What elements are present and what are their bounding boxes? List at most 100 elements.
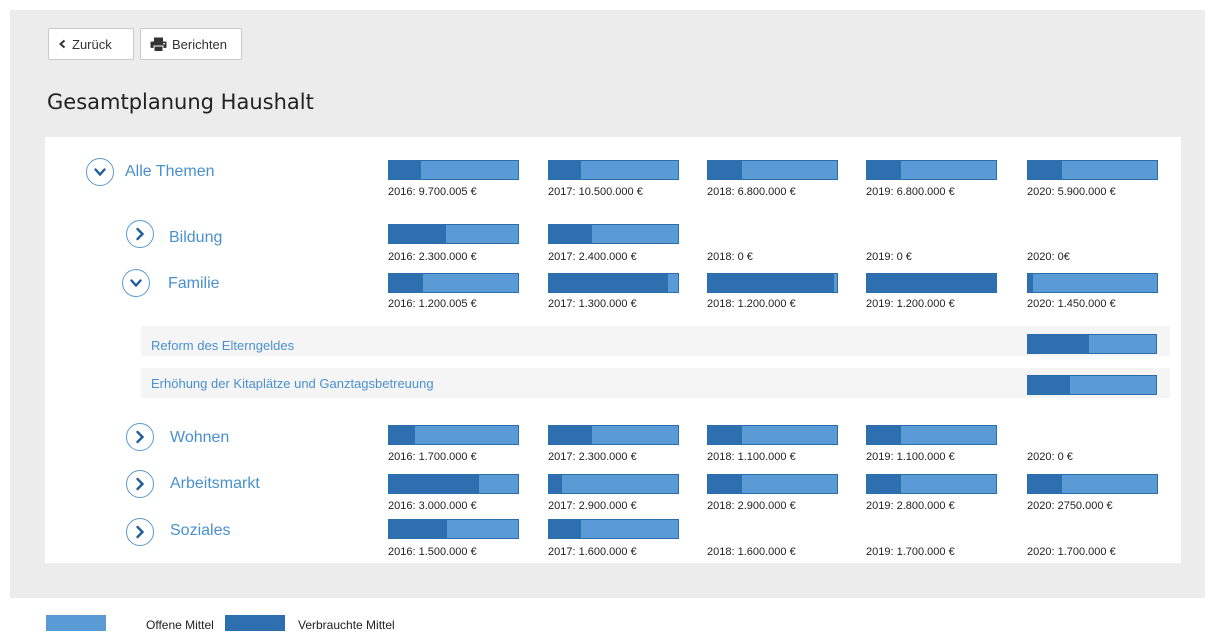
bar-used-fill (867, 426, 901, 444)
bar-used-fill (708, 475, 742, 493)
budget-value-bildung-4: 2020: 0€ (1027, 251, 1070, 263)
subitem-link[interactable]: Reform des Elterngeldes (151, 338, 294, 353)
budget-value-arbeitsmarkt-4: 2020: 2750.000 € (1027, 500, 1113, 512)
budget-value-familie-2: 2018: 1.200.000 € (707, 298, 796, 310)
budget-value-familie-0: 2016: 1.200.005 € (388, 298, 477, 310)
budget-value-wohnen-3: 2019: 1.100.000 € (866, 451, 955, 463)
budget-bar-bildung-1 (548, 224, 679, 244)
legend-swatch-offene (46, 615, 106, 631)
report-button-label: Berichten (172, 36, 227, 52)
row-label-arbeitsmarkt[interactable]: Arbeitsmarkt (170, 475, 260, 493)
budget-bar-alle-themen-4 (1027, 160, 1158, 180)
budget-value-wohnen-1: 2017: 2.300.000 € (548, 451, 637, 463)
budget-bar-arbeitsmarkt-1 (548, 474, 679, 494)
bar-used-fill (549, 426, 592, 444)
budget-value-arbeitsmarkt-0: 2016: 3.000.000 € (388, 500, 477, 512)
row-label-wohnen[interactable]: Wohnen (170, 429, 229, 447)
chevron-down-icon (93, 165, 107, 179)
row-label-alle-themen[interactable]: Alle Themen (125, 163, 215, 181)
bar-used-fill (389, 475, 480, 493)
printer-icon (150, 37, 167, 52)
expand-toggle-bildung[interactable] (126, 220, 154, 248)
bar-used-fill (389, 161, 422, 179)
page-title: Gesamtplanung Haushalt (47, 90, 314, 114)
budget-value-arbeitsmarkt-1: 2017: 2.900.000 € (548, 500, 637, 512)
back-button-label: Zurück (72, 36, 112, 52)
bar-used-fill (549, 161, 582, 179)
bar-used-fill (867, 475, 901, 493)
subitem-budget-bar (1027, 334, 1157, 354)
budget-value-wohnen-4: 2020: 0 € (1027, 451, 1073, 463)
bar-used-fill (549, 274, 668, 292)
budget-value-wohnen-2: 2018: 1.100.000 € (707, 451, 796, 463)
budget-value-alle-themen-0: 2016: 9.700.005 € (388, 186, 477, 198)
budget-bar-bildung-0 (388, 224, 519, 244)
expand-toggle-wohnen[interactable] (126, 423, 154, 451)
budget-value-arbeitsmarkt-3: 2019: 2.800.000 € (866, 500, 955, 512)
budget-bar-wohnen-0 (388, 425, 519, 445)
budget-bar-wohnen-1 (548, 425, 679, 445)
subitem-link[interactable]: Erhöhung der Kitaplätze und Ganztagsbetr… (151, 376, 434, 391)
report-button[interactable]: Berichten (140, 28, 242, 60)
bar-used-fill (1028, 161, 1062, 179)
budget-value-familie-1: 2017: 1.300.000 € (548, 298, 637, 310)
chevron-right-icon (133, 227, 147, 241)
bar-used-fill (1028, 274, 1034, 292)
budget-bar-familie-0 (388, 273, 519, 293)
budget-value-bildung-3: 2019: 0 € (866, 251, 912, 263)
budget-value-soziales-1: 2017: 1.600.000 € (548, 546, 637, 558)
budget-bar-arbeitsmarkt-0 (388, 474, 519, 494)
bar-used-fill (389, 520, 448, 538)
chevron-right-icon (133, 525, 147, 539)
budget-bar-soziales-1 (548, 519, 679, 539)
expand-toggle-arbeitsmarkt[interactable] (126, 470, 154, 498)
bar-used-fill (708, 426, 742, 444)
chevron-right-icon (133, 477, 147, 491)
budget-bar-soziales-0 (388, 519, 519, 539)
budget-value-soziales-0: 2016: 1.500.000 € (388, 546, 477, 558)
budget-bar-arbeitsmarkt-4 (1027, 474, 1158, 494)
budget-value-soziales-3: 2019: 1.700.000 € (866, 546, 955, 558)
budget-bar-familie-3 (866, 273, 997, 293)
budget-value-alle-themen-3: 2019: 6.800.000 € (866, 186, 955, 198)
budget-bar-arbeitsmarkt-3 (866, 474, 997, 494)
bar-used-fill (708, 274, 835, 292)
row-label-bildung[interactable]: Bildung (169, 229, 222, 247)
back-button[interactable]: Zurück (48, 28, 134, 60)
budget-bar-alle-themen-2 (707, 160, 838, 180)
expand-toggle-alle-themen[interactable] (86, 158, 114, 186)
budget-value-alle-themen-1: 2017: 10.500.000 € (548, 186, 643, 198)
budget-bar-wohnen-2 (707, 425, 838, 445)
budget-bar-alle-themen-1 (548, 160, 679, 180)
chevron-right-icon (133, 430, 147, 444)
subitem-budget-bar (1027, 375, 1157, 395)
budget-value-familie-4: 2020: 1.450.000 € (1027, 298, 1116, 310)
bar-used-fill (867, 161, 901, 179)
chevron-down-icon (129, 276, 143, 290)
bar-used-fill (549, 225, 592, 243)
bar-used-fill (549, 475, 562, 493)
budget-bar-alle-themen-0 (388, 160, 519, 180)
budget-bar-familie-2 (707, 273, 838, 293)
budget-value-alle-themen-4: 2020: 5.900.000 € (1027, 186, 1116, 198)
legend-label-offene: Offene Mittel (146, 618, 214, 632)
chevron-left-icon (58, 39, 67, 49)
budget-value-bildung-2: 2018: 0 € (707, 251, 753, 263)
bar-used-fill (1028, 475, 1062, 493)
expand-toggle-soziales[interactable] (126, 518, 154, 546)
budget-value-soziales-4: 2020: 1.700.000 € (1027, 546, 1116, 558)
row-label-familie[interactable]: Familie (168, 275, 220, 293)
legend-label-verbrauchte: Verbrauchte Mittel (298, 618, 395, 632)
budget-bar-familie-4 (1027, 273, 1158, 293)
legend-swatch-verbrauchte (225, 615, 285, 631)
row-label-soziales[interactable]: Soziales (170, 522, 230, 540)
bar-used-fill (708, 161, 742, 179)
budget-value-bildung-0: 2016: 2.300.000 € (388, 251, 477, 263)
bar-used-fill (1028, 376, 1071, 394)
budget-bar-arbeitsmarkt-2 (707, 474, 838, 494)
expand-toggle-familie[interactable] (122, 269, 150, 297)
budget-value-arbeitsmarkt-2: 2018: 2.900.000 € (707, 500, 796, 512)
bar-used-fill (389, 274, 423, 292)
budget-bar-familie-1 (548, 273, 679, 293)
bar-used-fill (389, 225, 446, 243)
